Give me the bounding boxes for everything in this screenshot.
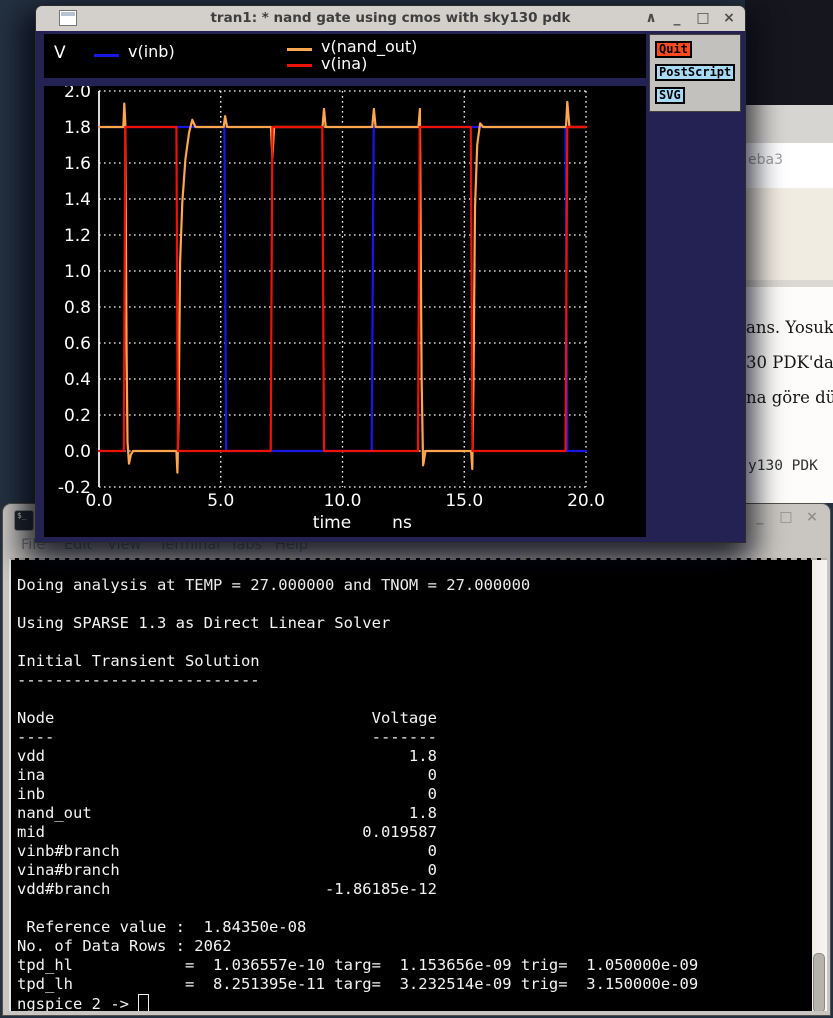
terminal-line: Doing analysis at TEMP = 27.000000 and T…	[17, 576, 809, 595]
waveform-plot: 2.01.81.61.41.21.00.80.60.40.20.0-0.20.0…	[44, 86, 646, 537]
terminal-line: nand_out 1.8	[17, 804, 809, 823]
terminal-line	[17, 633, 809, 652]
terminal-line	[17, 690, 809, 709]
svg-text:1.2: 1.2	[64, 226, 91, 246]
plot-window-title: tran1: * nand gate using cmos with sky13…	[36, 10, 745, 26]
close-icon[interactable]: ×	[721, 10, 737, 26]
browser-toolbar	[745, 105, 833, 144]
terminal-cursor[interactable]	[138, 994, 149, 1011]
terminal-line: inb 0	[17, 785, 809, 804]
ngspice-plot-window: tran1: * nand gate using cmos with sky13…	[35, 5, 746, 543]
terminal-icon: $_	[14, 510, 34, 531]
terminal-line: Reference value : 1.84350e-08	[17, 918, 809, 937]
y-axis-unit-label: V	[54, 43, 66, 63]
svg-text:time: time	[313, 513, 351, 533]
terminal-line: tpd_lh = 8.251395e-11 targ= 3.232514e-09…	[17, 975, 809, 994]
terminal-window: $_ ∧ _ □ × File Edit View Terminal Tabs …	[2, 503, 831, 1016]
terminal-line: Node Voltage	[17, 709, 809, 728]
terminal-line	[17, 595, 809, 614]
terminal-line: No. of Data Rows : 2062	[17, 937, 809, 956]
postscript-button[interactable]: PostScript	[655, 64, 735, 81]
svg-text:0.0: 0.0	[85, 491, 112, 511]
legend-swatch-vinb	[94, 54, 119, 57]
terminal-line: vinb#branch 0	[17, 842, 809, 861]
svg-text:1.0: 1.0	[64, 262, 91, 282]
legend-swatch-nandout	[287, 48, 312, 51]
terminal-line: tpd_hl = 1.036557e-10 targ= 1.153656e-09…	[17, 956, 809, 975]
terminal-line: vdd#branch -1.86185e-12	[17, 880, 809, 899]
svg-text:1.4: 1.4	[64, 190, 91, 210]
svg-text:0.0: 0.0	[64, 442, 91, 462]
terminal-content[interactable]: Doing analysis at TEMP = 27.000000 and T…	[9, 558, 827, 1011]
browser-dark-header	[745, 0, 833, 105]
svg-text:0.8: 0.8	[64, 298, 91, 318]
terminal-line: mid 0.019587	[17, 823, 809, 842]
legend-label-vinb: v(inb)	[128, 42, 175, 61]
plot-legend: V v(inb) v(nand_out) v(ina)	[44, 34, 646, 78]
terminal-line: ngspice 2 ->	[17, 994, 809, 1011]
terminal-line: Initial Transient Solution	[17, 652, 809, 671]
terminal-line: vina#branch 0	[17, 861, 809, 880]
terminal-line: Using SPARSE 1.3 as Direct Linear Solver	[17, 614, 809, 633]
browser-code-fragment: y130 PDK	[748, 458, 818, 474]
browser-tab-label: eba3	[748, 152, 783, 168]
svg-text:0.6: 0.6	[64, 334, 91, 354]
shade-icon[interactable]: ∧	[643, 10, 659, 26]
terminal-line: ---- -------	[17, 728, 809, 747]
svg-text:15.0: 15.0	[445, 491, 483, 511]
terminal-line: --------------------------	[17, 671, 809, 690]
svg-button[interactable]: SVG	[655, 87, 685, 104]
browser-text-line: ans. Yosuke	[746, 318, 833, 337]
terminal-output: Doing analysis at TEMP = 27.000000 and T…	[17, 576, 809, 1011]
svg-text:5.0: 5.0	[207, 491, 234, 511]
legend-label-vina: v(ina)	[321, 54, 367, 73]
minimize-icon[interactable]: _	[669, 10, 685, 26]
svg-text:1.6: 1.6	[64, 154, 91, 174]
close-icon[interactable]: ×	[804, 509, 820, 525]
browser-text-line: na göre düze	[746, 388, 833, 407]
svg-text:0.2: 0.2	[64, 406, 91, 426]
plot-button-panel: Quit PostScript SVG	[649, 34, 741, 112]
quit-button[interactable]: Quit	[655, 41, 692, 58]
browser-banner	[745, 188, 833, 280]
terminal-line: vdd 1.8	[17, 747, 809, 766]
maximize-icon[interactable]: □	[778, 509, 794, 525]
svg-text:10.0: 10.0	[324, 491, 362, 511]
plot-titlebar[interactable]: tran1: * nand gate using cmos with sky13…	[36, 6, 745, 31]
browser-window-fragment: eba3 ans. Yosuke 30 PDK'da s na göre düz…	[745, 0, 833, 503]
svg-text:ns: ns	[392, 513, 412, 533]
minimize-icon[interactable]: _	[752, 509, 768, 525]
browser-text-line: 30 PDK'da s	[746, 353, 833, 372]
svg-text:20.0: 20.0	[567, 491, 605, 511]
svg-text:2.0: 2.0	[64, 86, 91, 102]
svg-text:0.4: 0.4	[64, 370, 91, 390]
legend-swatch-vina	[287, 64, 312, 67]
terminal-scrollbar[interactable]	[812, 560, 827, 1011]
browser-divider	[745, 280, 833, 287]
scrollbar-thumb[interactable]	[813, 953, 825, 1011]
terminal-line	[17, 899, 809, 918]
terminal-line: ina 0	[17, 766, 809, 785]
svg-text:1.8: 1.8	[64, 118, 91, 138]
maximize-icon[interactable]: □	[695, 10, 711, 26]
waveform-svg: 2.01.81.61.41.21.00.80.60.40.20.0-0.20.0…	[44, 86, 646, 537]
plot-window-controls: ∧ _ □ ×	[643, 10, 737, 26]
